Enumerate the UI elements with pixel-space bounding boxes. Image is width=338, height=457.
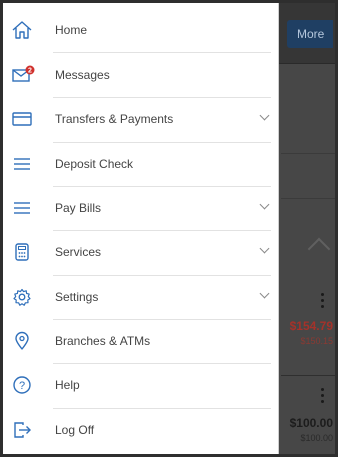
account-sub-amount: $150.15 [300, 336, 333, 346]
collapse-chevron-icon[interactable] [307, 237, 331, 261]
app-section [281, 153, 335, 199]
menu-item-branches-atms[interactable]: Branches & ATMs [3, 319, 278, 363]
kebab-menu-icon[interactable] [321, 388, 325, 406]
account-amount: $154.79 [289, 319, 333, 333]
menu-item-log-off[interactable]: Log Off [3, 408, 278, 452]
menu-lines-icon [11, 198, 33, 218]
menu-item-label: Services [55, 245, 102, 259]
menu-item-home[interactable]: Home [3, 8, 278, 52]
menu-item-label: Branches & ATMs [55, 334, 151, 348]
home-icon [11, 20, 33, 40]
menu-item-pay-bills[interactable]: Pay Bills [3, 186, 278, 230]
menu-item-label: Help [55, 378, 80, 392]
calculator-icon [11, 242, 33, 262]
menu-item-transfers-payments[interactable]: Transfers & Payments [3, 97, 278, 141]
menu-lines-icon [11, 154, 33, 174]
menu-item-label: Home [55, 23, 88, 37]
card-icon [11, 109, 33, 129]
gear-icon [11, 287, 33, 307]
menu-item-help[interactable]: ? Help [3, 363, 278, 407]
chevron-down-icon[interactable] [259, 288, 270, 299]
chevron-down-icon[interactable] [259, 199, 270, 210]
menu-item-services[interactable]: Services [3, 230, 278, 274]
more-button[interactable]: More [287, 20, 333, 48]
logout-icon [11, 420, 33, 440]
menu-item-label: Log Off [55, 423, 95, 437]
divider [281, 375, 335, 376]
menu-item-label: Messages [55, 68, 110, 82]
svg-text:?: ? [19, 380, 25, 392]
screen-frame: More $154.79 $150.15 $100.00 $100.00 Hom… [3, 3, 335, 454]
chevron-down-icon[interactable] [259, 110, 270, 121]
message-count-badge: 2 [28, 68, 32, 75]
menu-item-settings[interactable]: Settings [3, 275, 278, 319]
chevron-down-icon[interactable] [259, 243, 270, 254]
menu-item-label: Transfers & Payments [55, 112, 174, 126]
location-pin-icon [11, 331, 33, 351]
help-icon: ? [11, 375, 33, 395]
menu-item-messages[interactable]: 2 Messages [3, 53, 278, 97]
account-amount: $100.00 [289, 416, 333, 430]
app-section [281, 93, 335, 154]
account-sub-amount: $100.00 [300, 433, 333, 443]
envelope-icon: 2 [11, 65, 35, 85]
menu-item-deposit-check[interactable]: Deposit Check [3, 142, 278, 186]
menu-item-label: Deposit Check [55, 157, 134, 171]
navigation-drawer: Home 2 Messages Transfers & Payments Dep… [3, 3, 279, 454]
menu-item-label: Settings [55, 290, 99, 304]
kebab-menu-icon[interactable] [321, 293, 325, 311]
menu-item-label: Pay Bills [55, 201, 102, 215]
